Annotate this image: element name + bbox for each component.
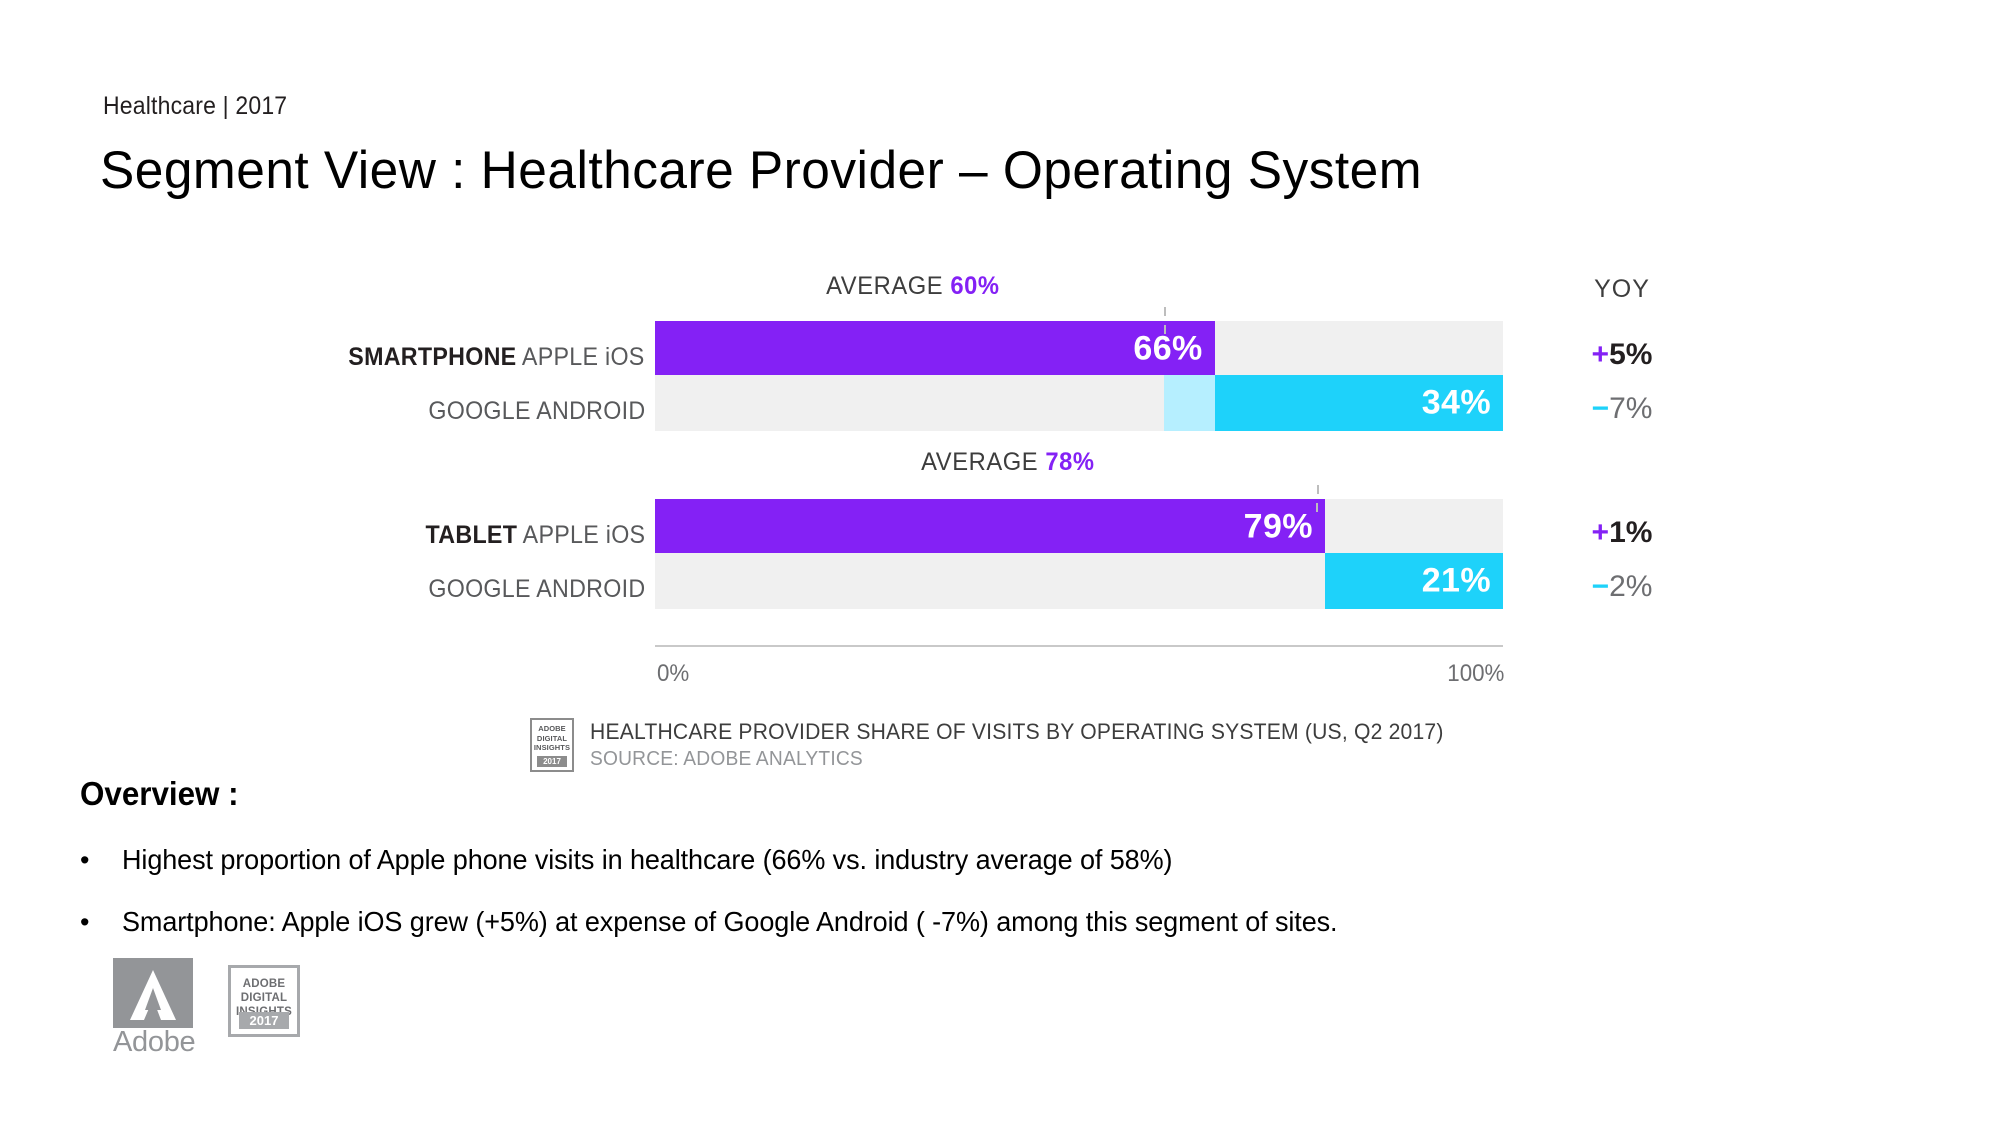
bar-fill-ios: 66% [655,321,1215,377]
average-tick-above-smartphone [1164,307,1166,316]
average-band [1163,375,1215,431]
yoy-sign: + [1591,338,1610,371]
average-value: 78% [1045,448,1095,476]
bar-track-tablet-android[interactable]: 21% [655,553,1503,609]
yoy-value: 7% [1609,392,1653,425]
axis-tick-min: 0% [657,660,690,687]
overview-bullet-text: Smartphone: Apple iOS grew (+5%) at expe… [122,906,1338,937]
bar-value-label: 34% [1421,383,1491,422]
overview-bullet-2: • Smartphone: Apple iOS grew (+5%) at ex… [80,905,1382,939]
adobe-a-icon [113,958,193,1028]
bar-fill-android: 34% [1214,375,1503,431]
footnote-title: HEALTHCARE PROVIDER SHARE OF VISITS BY O… [590,719,1444,744]
badge-line-1: ADOBE [242,978,286,990]
eyebrow-label: Healthcare | 2017 [103,92,288,120]
bar-track-smartphone-ios[interactable]: 66% [655,321,1503,377]
bar-fill-android: 21% [1324,553,1503,609]
average-label-smartphone: AVERAGE 60% [827,272,1000,301]
average-text: AVERAGE [921,448,1039,476]
average-tick-above-tablet [1317,485,1319,494]
footnote-source: SOURCE: ADOBE ANALYTICS [590,748,863,770]
page-title: Segment View : Healthcare Provider – Ope… [100,141,1423,200]
overview-bullet-text: Highest proportion of Apple phone visits… [122,844,1173,875]
adobe-wordmark: Adobe [113,1026,196,1058]
yoy-value: 5% [1609,338,1653,371]
average-label-tablet: AVERAGE 78% [922,448,1095,477]
bar-value-label: 66% [1133,329,1203,368]
average-tick [1163,325,1166,334]
badge-line-1: ADOBE [538,724,566,733]
row-label-rest: APPLE iOS [522,343,645,371]
axis-tick-max: 100% [1447,660,1505,687]
average-value: 60% [950,272,1000,300]
bar-value-label: 21% [1421,561,1491,600]
row-label-rest: GOOGLE ANDROID [427,575,645,603]
bar-value-label: 79% [1243,507,1313,546]
overview-heading: Overview : [80,775,239,812]
footnote-text: HEALTHCARE PROVIDER SHARE OF VISITS BY O… [590,718,1479,773]
yoy-smartphone-ios: +5% [1562,338,1682,372]
overview-bullet-1: • Highest proportion of Apple phone visi… [80,843,1211,877]
yoy-tablet-android: −2% [1562,570,1682,604]
row-label-smartphone-android: GOOGLE ANDROID [428,397,645,426]
average-text: AVERAGE [826,272,944,300]
badge-line-2: DIGITAL [240,992,288,1004]
yoy-smartphone-android: −7% [1562,392,1682,426]
yoy-sign: − [1591,392,1610,425]
yoy-sign: + [1591,516,1610,549]
row-label-tablet-android: GOOGLE ANDROID [428,575,645,604]
adobe-digital-insights-icon: ADOBE DIGITAL INSIGHTS 2017 [530,718,574,772]
yoy-tablet-ios: +1% [1562,516,1682,550]
badge-year: 2017 [537,756,567,767]
row-label-rest: APPLE iOS [522,521,645,549]
adobe-logo: Adobe [113,958,196,1059]
badge-line-2: DIGITAL [536,733,568,743]
badge-year: 2017 [239,1012,289,1029]
average-tick [1316,503,1319,512]
bar-fill-ios: 79% [655,499,1325,555]
axis-line [655,645,1503,647]
bullet-icon: • [80,907,90,937]
yoy-column-header: YOY [1594,275,1650,303]
row-label-bold: SMARTPHONE [348,343,517,371]
adobe-digital-insights-badge: ADOBE DIGITAL INSIGHTS 2017 [228,965,300,1037]
bar-track-smartphone-android[interactable]: 34% [655,375,1503,431]
yoy-value: 2% [1609,570,1653,603]
yoy-value: 1% [1609,516,1653,549]
yoy-sign: − [1591,570,1610,603]
row-label-tablet-ios: TABLET APPLE iOS [425,521,645,550]
row-label-rest: GOOGLE ANDROID [427,397,645,425]
row-label-bold: TABLET [425,521,517,549]
bar-track-tablet-ios[interactable]: 79% [655,499,1503,555]
slide-root: Healthcare | 2017 Segment View : Healthc… [0,0,2000,1125]
row-label-smartphone-ios: SMARTPHONE APPLE iOS [349,343,645,372]
chart-footnote: ADOBE DIGITAL INSIGHTS 2017 HEALTHCARE P… [530,718,1479,773]
badge-line-3: INSIGHTS [533,743,571,752]
bullet-icon: • [80,845,90,875]
